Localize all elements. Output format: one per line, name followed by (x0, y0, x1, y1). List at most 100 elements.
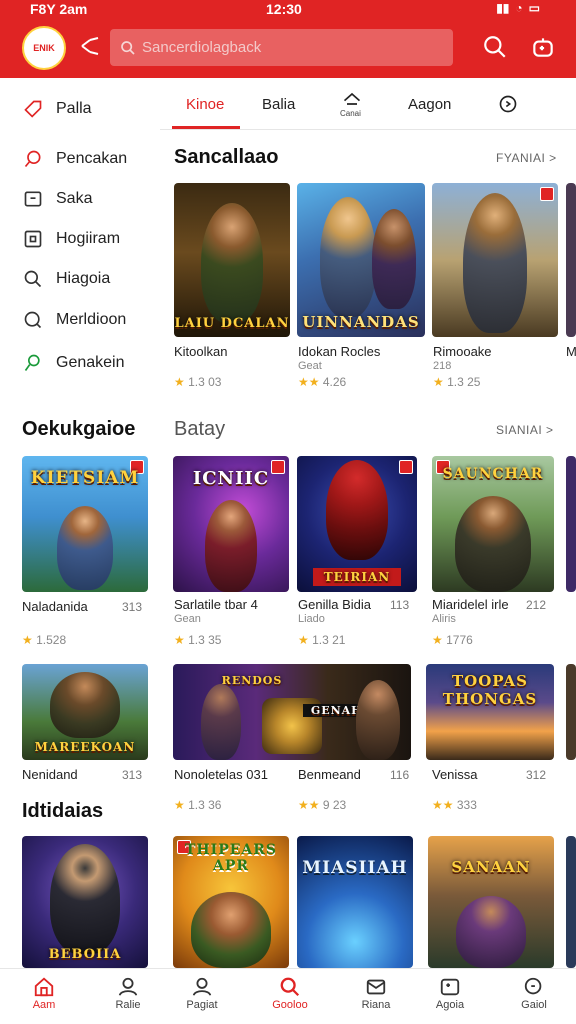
game-thumbnail[interactable] (566, 836, 576, 968)
sidebar-item-label: Saka (56, 190, 93, 207)
sidebar-item-palla[interactable]: Palla (22, 98, 92, 120)
nav-pagiat[interactable]: Pagiat (172, 975, 232, 1011)
active-tab-indicator (172, 126, 240, 129)
star-icon: ★ (22, 633, 33, 647)
pin-icon (22, 148, 44, 170)
nav-label: Aam (32, 999, 56, 1011)
star-icon: ★ (174, 798, 185, 812)
nav-label: Gaiol (521, 999, 547, 1011)
game-thumbnail[interactable]: KIETSIAM (22, 456, 148, 592)
game-logo-text: THIPEARS APR (185, 842, 277, 874)
user-icon (98, 975, 158, 999)
game-title[interactable]: Sarlatile tbar 4 (174, 597, 258, 612)
status-bar: F8Y 2am 12:30 ▮▮ ◔ ▭ (0, 0, 576, 18)
user-icon (172, 975, 232, 999)
character-art (57, 506, 113, 590)
game-thumbnail[interactable]: TEIRIAN (297, 456, 417, 592)
game-logo-text: KIETSIAM (30, 468, 140, 488)
sidebar-item-label: Genakein (56, 354, 125, 371)
game-title[interactable]: Nenidand (22, 767, 78, 782)
game-rating: ★★ 9 23 (298, 798, 346, 812)
sidebar-item-pencakan[interactable]: Pencakan (22, 148, 127, 170)
nav-label: Riana (361, 999, 391, 1011)
compass-icon[interactable] (498, 94, 518, 119)
section-title: Oekukgaioe (22, 418, 136, 440)
game-thumbnail[interactable] (432, 183, 558, 337)
nav-gaiol[interactable]: Gaiol (504, 975, 564, 1011)
sidebar-item-label: Merldioon (56, 311, 127, 328)
search-bar[interactable] (110, 29, 453, 66)
sidebar-item-label: Palla (56, 100, 92, 117)
share-icon[interactable] (78, 34, 102, 58)
game-thumbnail[interactable] (566, 183, 576, 337)
game-rating: ★ 1.3 35 (174, 633, 221, 647)
game-thumbnail[interactable]: SANAAN (428, 836, 554, 968)
game-title[interactable]: Nonoletelas 031 (174, 767, 268, 782)
game-thumbnail[interactable]: MIASIIAH (297, 836, 413, 968)
game-subtitle: Geat (298, 360, 322, 372)
tab-balia[interactable]: Balia (262, 96, 295, 113)
character-art (50, 844, 120, 954)
game-subtitle: Liado (298, 613, 325, 625)
rating-value: 1.3 21 (312, 633, 346, 647)
search-input[interactable] (142, 39, 442, 56)
character-art (463, 193, 527, 333)
game-thumbnail[interactable]: THIPEARS APR (173, 836, 289, 968)
game-title[interactable]: Benmeand (298, 767, 361, 782)
game-thumbnail[interactable]: BEBOIIA (22, 836, 148, 968)
game-title[interactable]: Idokan Rocles (298, 344, 380, 359)
tab-canai[interactable]: Canai (340, 109, 361, 118)
gamepad-icon[interactable] (530, 34, 556, 60)
game-logo-text: SANAAN (451, 858, 531, 876)
game-thumbnail[interactable]: UINNANDAS (297, 183, 425, 337)
star-icon: ★ (174, 375, 185, 389)
game-title[interactable]: M (566, 344, 576, 359)
game-title[interactable]: Naladanida (22, 599, 88, 614)
game-thumbnail[interactable]: SAUNCHAR (432, 456, 554, 592)
nav-ralie[interactable]: Ralie (98, 975, 158, 1011)
app-header: F8Y 2am 12:30 ▮▮ ◔ ▭ ENIK (0, 0, 576, 78)
game-thumbnail[interactable]: MAREEKOAN (22, 664, 148, 760)
game-thumbnail[interactable] (566, 456, 576, 592)
nav-agoia[interactable]: Agoia (420, 975, 480, 1011)
star-icon: ★ (433, 375, 444, 389)
game-title[interactable]: Rimooake (433, 344, 492, 359)
sidebar-item-hogiiram[interactable]: Hogiiram (22, 228, 120, 250)
app-logo[interactable]: ENIK (22, 26, 66, 70)
logo-text: ENIK (33, 42, 55, 53)
see-all-link[interactable]: SIANIAI > (496, 423, 554, 437)
status-icons: ▮▮ ◔ ▭ (496, 1, 540, 15)
tag-icon (22, 98, 44, 120)
game-title[interactable]: Genilla Bidia (298, 597, 371, 612)
sidebar-item-hiagoia[interactable]: Hiagoia (22, 268, 110, 290)
tab-kinoe[interactable]: Kinoe (186, 96, 224, 113)
game-size: 312 (526, 768, 547, 782)
game-title[interactable]: Kitoolkan (174, 344, 227, 359)
game-title[interactable]: Miaridelel irle (432, 597, 509, 612)
game-thumbnail[interactable]: LAIU DCALAN (174, 183, 290, 337)
search-icon (22, 268, 44, 290)
game-thumbnail[interactable]: ICNIIC (173, 456, 289, 592)
nav-home[interactable]: Aam (14, 975, 74, 1011)
rating-value: 1.3 25 (447, 375, 481, 389)
mail-icon (346, 975, 406, 999)
nav-riana[interactable]: Riana (346, 975, 406, 1011)
character-art (455, 496, 531, 592)
new-badge (399, 460, 413, 474)
sidebar-item-genakein[interactable]: Genakein (22, 352, 125, 374)
rating-value: 1.3 36 (188, 798, 222, 812)
game-rating: ★★ 4.26 (298, 375, 346, 389)
sidebar-item-saka[interactable]: Saka (22, 188, 92, 210)
game-thumbnail[interactable]: TOOPAS THONGAS (426, 664, 554, 760)
game-subtitle: 218 (433, 360, 452, 372)
tab-aagon[interactable]: Aagon (408, 96, 451, 113)
nav-gooloo[interactable]: Gooloo (260, 975, 320, 1011)
game-title[interactable]: Venissa (432, 767, 478, 782)
sidebar-item-merldioon[interactable]: Merldioon (22, 309, 126, 331)
search-icon[interactable] (482, 34, 508, 60)
game-size: 313 (122, 768, 143, 782)
rating-value: 1.3 03 (188, 375, 222, 389)
game-thumbnail[interactable]: RENDOS GENAHAN (173, 664, 411, 760)
see-all-link[interactable]: FYANIAI > (496, 151, 557, 165)
game-thumbnail[interactable] (566, 664, 576, 760)
